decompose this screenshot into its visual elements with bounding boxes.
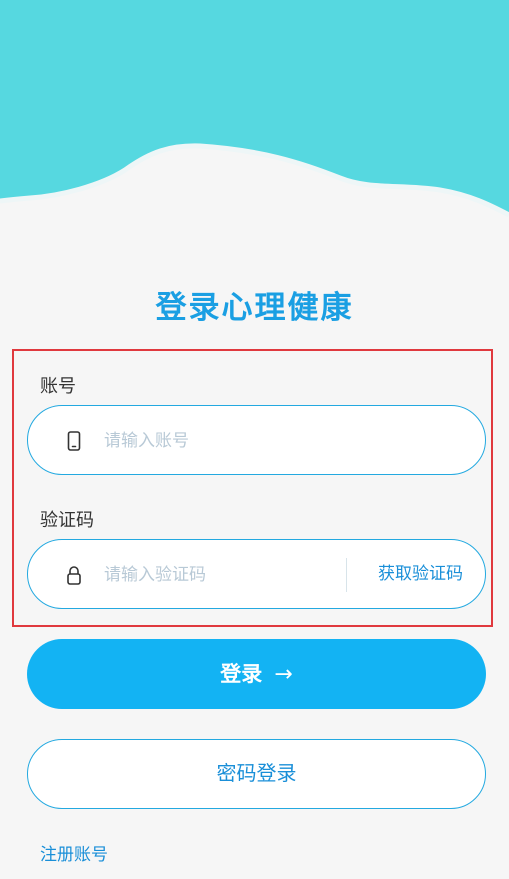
header-wave-background <box>0 0 509 240</box>
phone-icon <box>67 431 81 451</box>
password-login-button[interactable]: 密码登录 <box>27 739 486 809</box>
account-field[interactable] <box>27 405 486 475</box>
register-link[interactable]: 注册账号 <box>40 840 108 865</box>
code-field[interactable]: 获取验证码 <box>27 539 486 609</box>
page-title: 登录心理健康 <box>155 290 354 326</box>
account-label: 账号 <box>40 376 76 397</box>
login-button-label: 登录 <box>220 662 263 686</box>
arrow-right-icon: → <box>274 662 293 687</box>
get-code-button[interactable]: 获取验证码 <box>378 540 463 608</box>
code-input[interactable] <box>104 555 334 595</box>
lock-icon <box>67 566 81 585</box>
account-input[interactable] <box>104 421 323 461</box>
login-button[interactable]: 登录 → <box>27 639 486 709</box>
code-label: 验证码 <box>40 510 94 531</box>
code-divider <box>346 558 347 592</box>
